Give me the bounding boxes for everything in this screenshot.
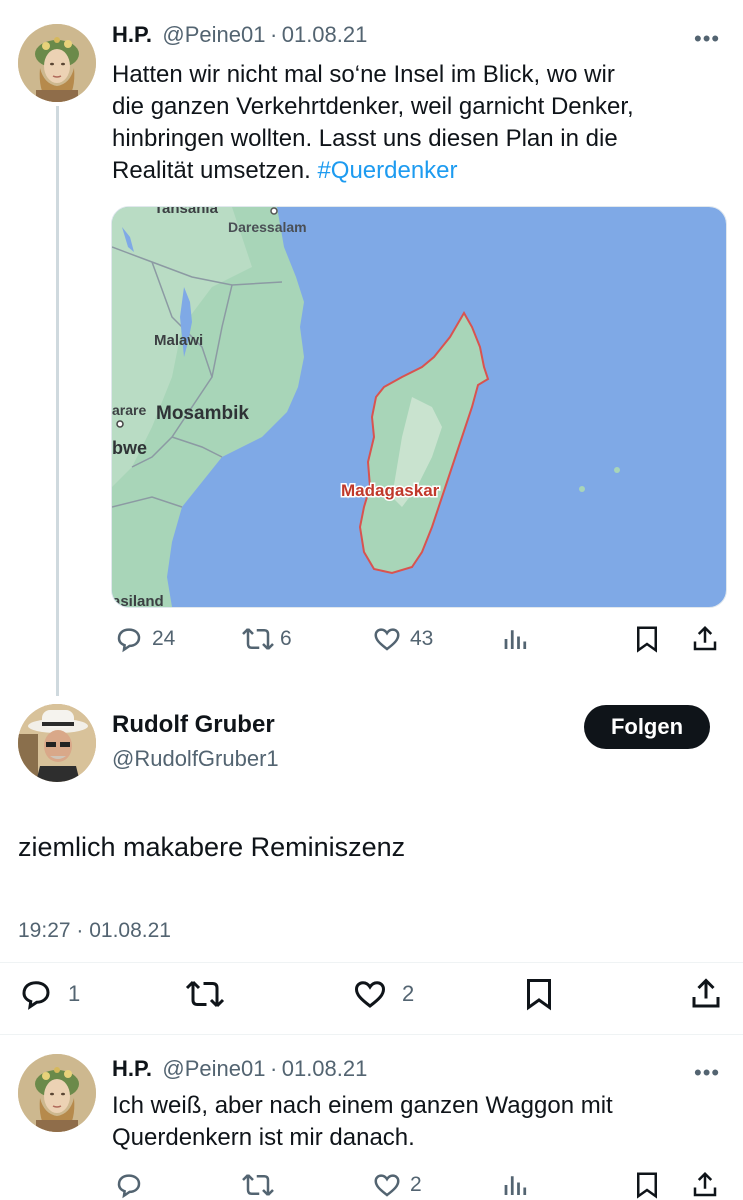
retweet-icon [242,1174,274,1196]
follow-button[interactable]: Folgen [584,705,710,749]
reply-icon [117,1174,141,1199]
map-label-tansania: Tansania [154,207,219,217]
tweet-timestamp[interactable]: 19:27 · 01.08.21 [18,919,171,943]
share-button[interactable] [688,976,724,1012]
share-button[interactable] [690,1170,720,1200]
bookmark-icon [637,626,657,653]
share-icon [693,1171,717,1197]
separator-dot: · [269,1056,278,1081]
author-name[interactable]: H.P. [112,22,152,47]
thread-line [56,106,59,696]
views-button[interactable] [501,1170,531,1200]
like-button[interactable]: 2 [352,976,414,1012]
map-image[interactable]: Tansania Daressalam Malawi arare Mosambi… [111,206,727,608]
more-options-icon[interactable]: ••• [694,26,720,52]
bookmark-icon [527,979,551,1011]
retweet-count: 6 [280,627,292,650]
like-button[interactable]: 43 [372,624,433,654]
tweet-date[interactable]: 01.08.21 [282,1056,368,1081]
text-line: Querdenkern ist mir danach. [112,1124,415,1151]
tweet3-header: H.P. @Peine01 · 01.08.21 [112,1056,367,1082]
avatar-hp[interactable] [18,24,96,102]
text-line: hinbringen wollten. Lasst uns diesen Pla… [112,125,618,152]
map-label-harare: arare [112,402,146,418]
tweet-date[interactable]: 01.08.21 [282,22,368,47]
author-handle[interactable]: @Peine01 [162,1056,265,1081]
heart-icon [374,1174,400,1197]
author-handle[interactable]: @Peine01 [162,22,265,47]
reply-icon [117,628,141,653]
map-label-daressalam: Daressalam [228,219,307,235]
heart-icon [354,981,386,1008]
share-button[interactable] [690,624,720,654]
tweet3-text: Ich weiß, aber nach einem ganzen Waggon … [112,1090,722,1154]
reply-icon [22,981,50,1010]
bookmark-button[interactable] [632,624,662,654]
share-icon [693,625,717,651]
like-button[interactable]: 2 [372,1170,422,1200]
bookmark-button[interactable] [521,976,557,1012]
reply-button[interactable]: 24 [114,624,175,654]
reply-button[interactable] [114,1170,144,1200]
like-count: 43 [410,627,434,650]
tweet1-header: H.P. @Peine01 · 01.08.21 [112,22,367,48]
retweet-button[interactable] [240,1170,276,1200]
text-line-last: Realität umsetzen. #Querdenker [112,155,722,187]
author-name[interactable]: Rudolf Gruber [112,711,275,739]
bookmark-icon [637,1172,657,1199]
author-name[interactable]: H.P. [112,1056,152,1081]
tweet1-text: Hatten wir nicht mal so‘ne Insel im Blic… [112,59,722,187]
avatar-hp[interactable] [18,1054,96,1132]
author-handle[interactable]: @RudolfGruber1 [112,746,279,772]
map-label-swasiland: asiland [112,593,164,607]
text-line: die ganzen Verkehrtdenker, weil garnicht… [112,93,634,120]
separator-dot: · [269,22,278,47]
retweet-button[interactable] [184,976,226,1012]
like-count: 2 [410,1173,422,1196]
views-icon [504,630,527,649]
retweet-icon [242,628,274,650]
reply-count: 24 [152,627,176,650]
more-options-icon[interactable]: ••• [694,1060,720,1086]
heart-icon [374,628,400,651]
text-line: Ich weiß, aber nach einem ganzen Waggon … [112,1092,613,1119]
hashtag-link[interactable]: #Querdenker [317,157,457,184]
divider [0,1034,743,1035]
share-icon [692,978,720,1008]
retweet-icon [185,980,225,1008]
reply-button[interactable]: 1 [18,976,80,1012]
map-label-mosambik: Mosambik [156,403,249,424]
text-line: Realität umsetzen. [112,157,318,184]
views-button[interactable] [501,624,531,654]
views-icon [504,1176,527,1195]
map-label-simbabwe: bwe [112,438,147,458]
reply-count: 1 [68,981,81,1006]
bookmark-button[interactable] [632,1170,662,1200]
divider [0,962,743,963]
text-line: Hatten wir nicht mal so‘ne Insel im Blic… [112,61,615,88]
retweet-button[interactable]: 6 [240,624,292,654]
avatar-rudolf[interactable] [18,704,96,782]
like-count: 2 [402,981,415,1006]
map-label-malawi: Malawi [154,332,203,349]
tweet2-text: ziemlich makabere Reminiszenz [18,832,406,862]
map-label-madagaskar: Madagaskar [341,481,440,500]
